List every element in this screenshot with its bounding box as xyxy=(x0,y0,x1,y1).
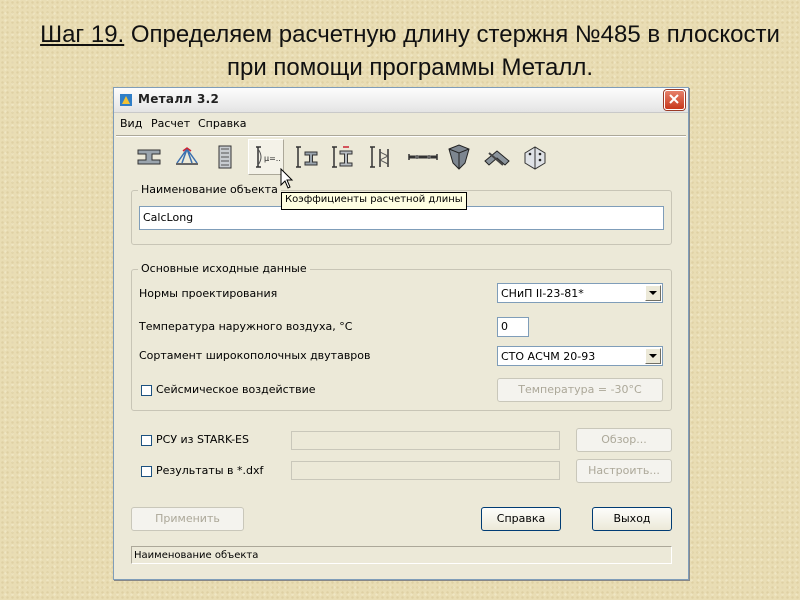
temperature-input[interactable]: 0 xyxy=(497,317,529,337)
ibeam-section-icon xyxy=(137,149,161,165)
app-logo-icon xyxy=(120,94,132,106)
rsu-checkbox[interactable] xyxy=(141,435,152,446)
configure-button[interactable]: Настроить... xyxy=(576,459,672,483)
mouse-cursor-icon xyxy=(280,168,294,189)
dxf-checkbox[interactable] xyxy=(141,466,152,477)
assortment-select[interactable]: СТО АСЧМ 20-93 xyxy=(497,346,663,366)
assortment-label: Сортамент широкополочных двутавров xyxy=(139,349,371,362)
assortment-dropdown-button[interactable] xyxy=(645,348,661,364)
assortment-value: СТО АСЧМ 20-93 xyxy=(501,350,596,363)
tool-truss-joint[interactable] xyxy=(480,140,514,174)
flange-connection-icon xyxy=(524,146,546,170)
design-norms-dropdown-button[interactable] xyxy=(645,285,661,301)
dxf-path-field[interactable] xyxy=(291,461,560,480)
tool-column-base[interactable] xyxy=(208,140,242,174)
close-button[interactable] xyxy=(664,90,685,110)
tool-beam-column[interactable] xyxy=(326,140,360,174)
status-bar: Наименование объекта xyxy=(131,546,672,564)
design-norms-value: СНиП II-23-81* xyxy=(501,287,584,300)
beam-column-icon xyxy=(332,146,353,168)
lattice-column-icon xyxy=(370,146,390,168)
rsu-path-field[interactable] xyxy=(291,431,560,450)
window-title: Металл 3.2 xyxy=(138,92,220,106)
menu-help[interactable]: Справка xyxy=(198,117,246,130)
menu-calculation[interactable]: Расчет xyxy=(151,117,190,130)
slide-title-text: Определяем расчетную длину стержня №485 … xyxy=(124,21,780,81)
tool-lattice-column[interactable] xyxy=(364,140,398,174)
tool-column-section[interactable] xyxy=(290,140,324,174)
bunker-icon xyxy=(448,144,470,170)
slide-title: Шаг 19. Определяем расчетную длину стерж… xyxy=(30,18,790,84)
truss-joint-icon xyxy=(484,150,510,166)
menu-view[interactable]: Вид xyxy=(120,117,142,130)
rsu-label: РСУ из STARK-ES xyxy=(156,433,249,446)
tool-ibeam-section[interactable] xyxy=(132,140,166,174)
tooltip: Коэффициенты расчетной длины xyxy=(281,192,467,210)
svg-text:μ=..: μ=.. xyxy=(264,154,280,163)
tool-truss-node[interactable] xyxy=(170,140,204,174)
window-titlebar[interactable]: Металл 3.2 xyxy=(114,88,688,113)
app-window: Металл 3.2 Вид Расчет Справка μ=.. Наиме… xyxy=(113,87,689,580)
temperature-button[interactable]: Температура = -30°C xyxy=(497,378,663,402)
column-section-icon xyxy=(296,146,318,168)
dxf-label: Результаты в *.dxf xyxy=(156,464,264,477)
browse-button[interactable]: Обзор... xyxy=(576,428,672,452)
bolt-connection-icon xyxy=(408,154,438,160)
help-button[interactable]: Справка xyxy=(481,507,561,531)
tool-flange-connection[interactable] xyxy=(518,140,552,174)
toolbar-divider xyxy=(116,135,686,137)
tool-bolt-connection[interactable] xyxy=(404,140,438,174)
exit-button[interactable]: Выход xyxy=(592,507,672,531)
tool-bunker[interactable] xyxy=(442,140,476,174)
chevron-down-icon xyxy=(649,354,657,358)
slide-title-step: Шаг 19. xyxy=(40,21,125,48)
seismic-label: Сейсмическое воздействие xyxy=(156,383,316,396)
close-icon xyxy=(669,94,679,104)
chevron-down-icon xyxy=(649,291,657,295)
column-base-plate-icon xyxy=(218,145,232,169)
temperature-label: Температура наружного воздуха, °C xyxy=(139,320,353,333)
design-norms-select[interactable]: СНиП II-23-81* xyxy=(497,283,663,303)
main-params-legend: Основные исходные данные xyxy=(138,262,310,275)
effective-length-coefficient-icon: μ=.. xyxy=(256,146,280,168)
tool-effective-length[interactable]: μ=.. xyxy=(248,139,284,175)
apply-button[interactable]: Применить xyxy=(131,507,244,531)
menu-bar: Вид Расчет Справка xyxy=(114,114,688,134)
object-name-legend: Наименование объекта xyxy=(138,183,281,196)
truss-node-icon xyxy=(176,147,198,165)
design-norms-label: Нормы проектирования xyxy=(139,287,278,300)
seismic-checkbox[interactable] xyxy=(141,385,152,396)
